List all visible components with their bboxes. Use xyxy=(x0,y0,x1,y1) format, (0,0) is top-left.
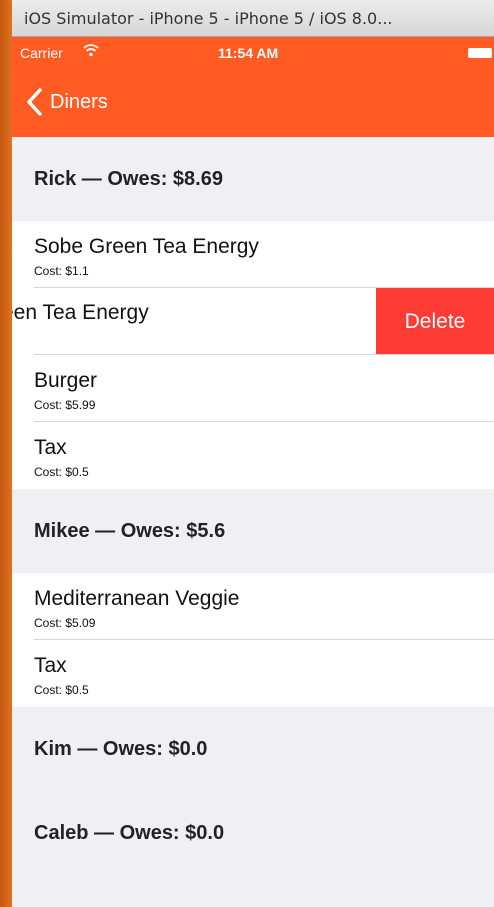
window-title: iOS Simulator - iPhone 5 - iPhone 5 / iO… xyxy=(24,8,393,28)
wifi-icon xyxy=(83,43,99,60)
diners-table: Rick — Owes: $8.69 Sobe Green Tea Energy… xyxy=(12,137,494,907)
table-row[interactable]: Sobe Green Tea Energy Cost: $1.1 xyxy=(12,221,494,288)
item-name: Burger xyxy=(34,369,98,392)
item-cost: Cost: $0.5 xyxy=(34,683,89,697)
item-cost: Cost: $5.99 xyxy=(34,398,96,412)
battery-icon xyxy=(468,48,492,58)
back-button[interactable]: Diners xyxy=(24,86,108,118)
chevron-left-icon xyxy=(27,88,42,116)
item-cost: Cost: $0.5 xyxy=(34,465,89,479)
section-header: Mikee — Owes: $5.6 xyxy=(12,489,494,573)
desktop-background xyxy=(0,0,12,907)
section-header: Kim — Owes: $0.0 xyxy=(12,707,494,791)
item-cost: Cost: $1.1 xyxy=(34,264,89,278)
item-name: Tax xyxy=(34,654,67,677)
item-name: een Tea Energy xyxy=(12,301,149,324)
navigation-bar: Diners xyxy=(12,68,494,137)
item-name: Sobe Green Tea Energy xyxy=(34,235,259,258)
table-row[interactable]: Tax Cost: $0.5 xyxy=(12,422,494,489)
section-header: Caleb — Owes: $0.0 xyxy=(12,791,494,875)
window-titlebar[interactable]: iOS Simulator - iPhone 5 - iPhone 5 / iO… xyxy=(12,0,494,37)
back-button-label: Diners xyxy=(50,90,108,113)
table-row[interactable]: Tax Cost: $0.5 xyxy=(12,640,494,707)
status-time: 11:54 AM xyxy=(218,45,279,61)
delete-button[interactable]: Delete xyxy=(376,288,494,355)
simulator-window: iOS Simulator - iPhone 5 - iPhone 5 / iO… xyxy=(12,0,494,907)
table-row[interactable]: Burger Cost: $5.99 xyxy=(12,355,494,422)
table-row-swiped[interactable]: een Tea Energy Delete xyxy=(12,288,494,355)
status-bar: Carrier 11:54 AM xyxy=(12,37,494,68)
item-cost: Cost: $5.09 xyxy=(34,616,96,630)
table-row[interactable]: Mediterranean Veggie Cost: $5.09 xyxy=(12,573,494,640)
carrier-label: Carrier xyxy=(20,45,63,61)
item-name: Tax xyxy=(34,436,67,459)
item-name: Mediterranean Veggie xyxy=(34,587,240,610)
section-header: Rick — Owes: $8.69 xyxy=(12,137,494,221)
